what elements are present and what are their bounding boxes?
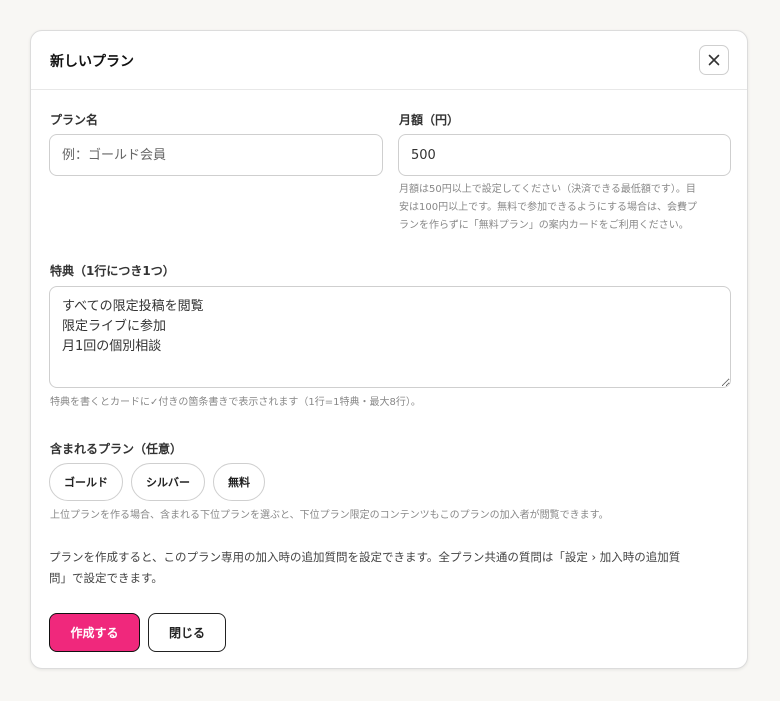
plan-name-input[interactable] (49, 134, 383, 176)
plan-option-gold[interactable]: ゴールド (49, 463, 123, 501)
plan-option-silver[interactable]: シルバー (131, 463, 205, 501)
benefits-textarea[interactable]: すべての限定投稿を閲覧 限定ライブに参加 月1回の個別相談 (49, 286, 731, 388)
plan-option-free[interactable]: 無料 (213, 463, 265, 501)
monthly-price-input[interactable] (398, 134, 731, 176)
benefits-label: 特典（1行につき1つ） (50, 264, 175, 278)
additional-questions-note: プランを作成すると、このプラン専用の加入時の追加質問を設定できます。全プラン共通… (49, 547, 731, 589)
monthly-price-label: 月額（円） (399, 113, 460, 127)
included-plans-options: ゴールド シルバー 無料 (49, 463, 265, 501)
included-plans-help: 上位プランを作る場合、含まれる下位プランを選ぶと、下位プラン限定のコンテンツもこ… (50, 510, 609, 521)
included-plans-label: 含まれるプラン（任意） (50, 442, 183, 456)
new-plan-dialog: 新しいプラン プラン名 月額（円） 月額は50円以上で設定してください（決済でき… (30, 30, 748, 669)
create-button[interactable]: 作成する (49, 613, 140, 652)
note-line: 問」で設定できます。 (49, 571, 163, 585)
dialog-title: 新しいプラン (50, 54, 134, 70)
close-icon (708, 54, 720, 66)
close-dialog-button[interactable]: 閉じる (148, 613, 226, 652)
close-button[interactable] (699, 45, 729, 75)
help-line: 安は100円以上です。無料で参加できるようにする場合は、会費プ (399, 202, 697, 213)
plan-name-label: プラン名 (50, 113, 99, 127)
benefits-help: 特典を書くとカードに✓付きの箇条書きで表示されます（1行=1特典・最大8行）。 (50, 397, 421, 408)
help-line: ランを作らずに「無料プラン」の案内カードをご利用ください。 (399, 220, 689, 231)
dialog-header: 新しいプラン (31, 31, 747, 90)
help-line: 月額は50円以上で設定してください（決済できる最低額です）。目 (399, 184, 696, 195)
note-line: プランを作成すると、このプラン専用の加入時の追加質問を設定できます。全プラン共通… (49, 550, 681, 564)
monthly-price-help: 月額は50円以上で設定してください（決済できる最低額です）。目 安は100円以上… (399, 181, 733, 235)
